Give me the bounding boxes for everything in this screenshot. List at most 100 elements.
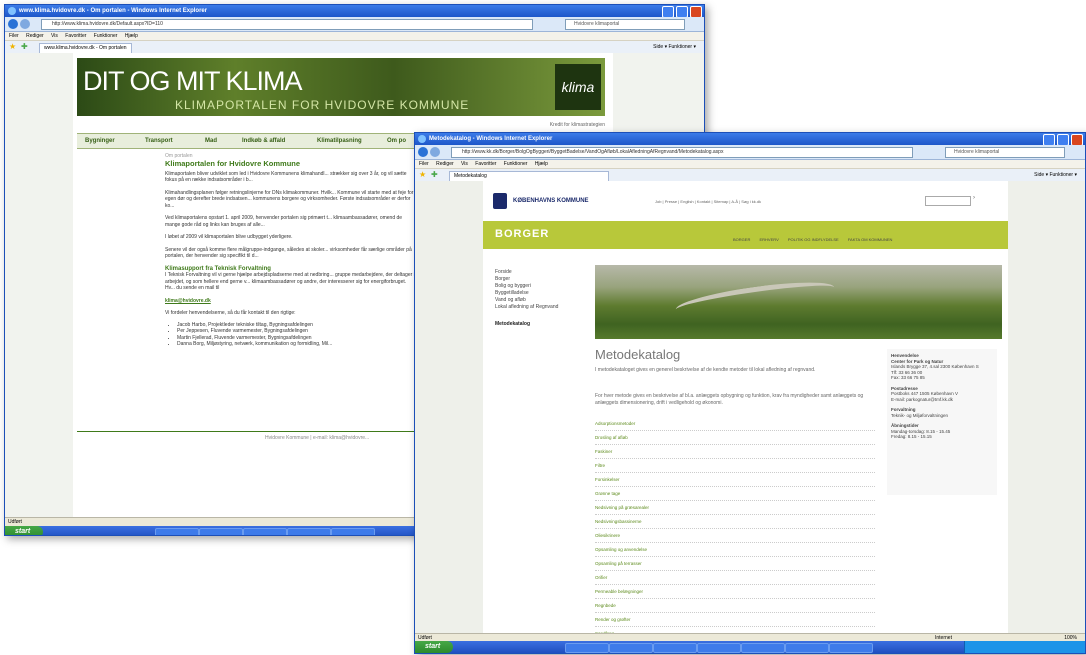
menu-help[interactable]: Hjælp	[125, 33, 138, 39]
paragraph: Klimahandlingsplanen følger retningslinj…	[165, 189, 414, 209]
forward-arrow-icon[interactable]	[20, 19, 30, 29]
ie-icon	[418, 135, 426, 143]
section-title: BORGER	[495, 228, 550, 240]
leftnav-item[interactable]: Forside	[495, 269, 567, 276]
contact-email[interactable]: E-mail: parkognatur@tmf.kk.dk	[891, 397, 993, 403]
subnav-borger[interactable]: BORGER	[733, 237, 750, 242]
menu-tools[interactable]: Funktioner	[504, 161, 528, 167]
title-bar: Metodekatalog - Windows Internet Explore…	[415, 133, 1085, 146]
menu-view[interactable]: Vis	[51, 33, 58, 39]
taskbar: start	[415, 641, 1085, 653]
address-input[interactable]: http://www.kk.dk/Borger/BolgOgByggeri/By…	[451, 147, 913, 158]
taskbar-item[interactable]	[829, 643, 873, 653]
nav-om-portalen[interactable]: Om po	[387, 138, 406, 144]
leftnav-item[interactable]: Bolig og byggeri	[495, 283, 567, 290]
taskbar-item[interactable]	[653, 643, 697, 653]
search-arrow-icon[interactable]: ›	[973, 195, 975, 201]
back-arrow-icon[interactable]	[418, 147, 428, 157]
leftnav-active-item[interactable]: Metodekatalog	[495, 321, 567, 328]
nav-bygninger[interactable]: Bygninger	[85, 138, 115, 144]
nav-transport[interactable]: Transport	[145, 138, 173, 144]
favorites-star-icon[interactable]: ★	[9, 41, 16, 53]
page-area: KØBENHAVNS KOMMUNE Job | Presse | Englis…	[415, 181, 1085, 641]
kk-crest-icon	[493, 193, 507, 209]
menu-bar: Filer Rediger Vis Favoritter Funktioner …	[5, 32, 704, 41]
browser-window-kk: Metodekatalog - Windows Internet Explore…	[414, 132, 1086, 654]
method-link[interactable]: Forsinkelser	[595, 473, 875, 487]
command-bar-tools[interactable]: Side ▾ Funktioner ▾	[653, 41, 696, 53]
taskbar-item[interactable]	[565, 643, 609, 653]
method-link[interactable]: Adsorptionsmetoder	[595, 417, 875, 431]
search-input[interactable]: Hvidovre klimaportal	[565, 19, 685, 30]
top-links[interactable]: Job | Presse | English | Kontakt | Sitem…	[655, 199, 761, 204]
menu-edit[interactable]: Rediger	[436, 161, 454, 167]
method-link[interactable]: Nedsivning på græsarealer	[595, 501, 875, 515]
subnav-erhverv[interactable]: ERHVERV	[759, 237, 778, 242]
nav-klimatilpasning[interactable]: Klimatilpasning	[317, 138, 362, 144]
taskbar-item[interactable]	[155, 528, 199, 535]
method-link[interactable]: Oliesikrinere	[595, 529, 875, 543]
add-favorite-icon[interactable]: ✚	[431, 169, 438, 181]
start-button[interactable]: start	[415, 641, 453, 653]
menu-favorites[interactable]: Favoritter	[65, 33, 86, 39]
footer-text[interactable]: Hvidovre Kommune | e-mail: klima@hvidovr…	[265, 435, 369, 442]
site-search-input[interactable]	[925, 196, 971, 206]
leftnav-item[interactable]: Byggetilladelse	[495, 290, 567, 297]
nav-mad[interactable]: Mad	[205, 138, 217, 144]
method-link[interactable]: Drosling af afløb	[595, 431, 875, 445]
method-link[interactable]: Render og grøfter	[595, 613, 875, 627]
contact-list: Jacob Harbo, Projektleder tekniske tilta…	[177, 322, 415, 348]
status-text: Udført	[8, 519, 22, 525]
opening-hours: Fredag: 8.15 - 15.15	[891, 434, 932, 439]
sub-nav: BORGER ERHVERV POLITIK OG INDFLYDELSE FA…	[733, 237, 900, 242]
email-link[interactable]: klima@hvidovre.dk	[165, 298, 415, 305]
back-arrow-icon[interactable]	[8, 19, 18, 29]
contact-address: Islands Brygge 37, 4.sal 2300 København …	[891, 364, 979, 369]
method-link[interactable]: Grønne tage	[595, 487, 875, 501]
menu-view[interactable]: Vis	[461, 161, 468, 167]
forward-arrow-icon[interactable]	[430, 147, 440, 157]
taskbar-item[interactable]	[287, 528, 331, 535]
search-input[interactable]: Hvidovre klimaportal	[945, 147, 1065, 158]
menu-help[interactable]: Hjælp	[535, 161, 548, 167]
taskbar-item[interactable]	[331, 528, 375, 535]
system-tray[interactable]	[964, 641, 1085, 653]
taskbar-item[interactable]	[785, 643, 829, 653]
method-link[interactable]: Opsamling og anvendelse	[595, 543, 875, 557]
leftnav-item[interactable]: Lokal afledning af Regnvand	[495, 304, 567, 311]
leftnav-item[interactable]: Borger	[495, 276, 567, 283]
method-link[interactable]: Faskiner	[595, 445, 875, 459]
menu-tools[interactable]: Funktioner	[94, 33, 118, 39]
method-link[interactable]: Regnbede	[595, 599, 875, 613]
subnav-politik[interactable]: POLITIK OG INDFLYDELSE	[788, 237, 839, 242]
favorites-star-icon[interactable]: ★	[419, 169, 426, 181]
section-bar: BORGER	[483, 221, 1008, 249]
start-button[interactable]: start	[5, 526, 43, 535]
address-toolbar: http://www.kk.dk/Borger/BolgOgByggeri/By…	[415, 145, 1085, 160]
menu-edit[interactable]: Rediger	[26, 33, 44, 39]
banner-title: DIT OG MIT KLIMA	[83, 66, 303, 96]
taskbar-item[interactable]	[199, 528, 243, 535]
contact-fax: Fax: 33 66 75 85	[891, 375, 925, 380]
add-favorite-icon[interactable]: ✚	[21, 41, 28, 53]
taskbar-item[interactable]	[243, 528, 287, 535]
taskbar-item[interactable]	[741, 643, 785, 653]
method-link[interactable]: Filtre	[595, 459, 875, 473]
command-bar-tools[interactable]: Side ▾ Funktioner ▾	[1034, 169, 1077, 181]
leftnav-item[interactable]: Vand og afløb	[495, 297, 567, 304]
title-bar: www.klima.hvidovre.dk - Om portalen - Wi…	[5, 5, 704, 18]
method-link[interactable]: Opsamling på terrasser	[595, 557, 875, 571]
subnav-fakta[interactable]: FAKTA OM KOMMUNEN	[848, 237, 893, 242]
taskbar-item[interactable]	[697, 643, 741, 653]
list-item: Danna Borg, Miljøstyring, netværk, kommu…	[177, 341, 415, 348]
top-right-tag[interactable]: Kredit for klimastrategien	[77, 119, 605, 131]
menu-file[interactable]: Filer	[419, 161, 429, 167]
nav-indkob-affald[interactable]: Indkøb & affald	[242, 138, 285, 144]
menu-file[interactable]: Filer	[9, 33, 19, 39]
taskbar-item[interactable]	[609, 643, 653, 653]
method-link[interactable]: Nedsivningsbassinerne	[595, 515, 875, 529]
address-input[interactable]: http://www.klima.hvidovre.dk/Default.asp…	[41, 19, 533, 30]
method-link[interactable]: Orifier	[595, 571, 875, 585]
menu-favorites[interactable]: Favoritter	[475, 161, 496, 167]
method-link[interactable]: Permeable belægninger	[595, 585, 875, 599]
